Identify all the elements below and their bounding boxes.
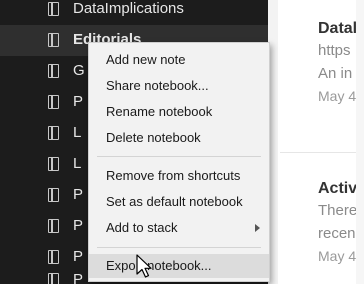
- submenu-arrow-icon: [255, 224, 260, 232]
- menu-separator: [97, 156, 261, 157]
- notebook-icon: [48, 157, 59, 171]
- menu-item-delete-notebook[interactable]: Delete notebook: [89, 126, 269, 150]
- sidebar-item-label: P: [73, 271, 84, 284]
- notebook-icon: [48, 126, 59, 140]
- sidebar-item-label: P: [73, 186, 84, 203]
- notebook-context-menu: Add new note Share notebook... Rename no…: [88, 42, 270, 282]
- menu-item-share-notebook[interactable]: Share notebook...: [89, 74, 269, 98]
- menu-separator: [97, 247, 261, 248]
- notebook-icon: [48, 95, 59, 109]
- window-edge: [356, 0, 364, 284]
- notebook-icon: [48, 219, 59, 233]
- notebook-icon: [48, 188, 59, 202]
- notebook-icon: [48, 273, 59, 284]
- sidebar-item-dataimplications[interactable]: DataImplications: [0, 0, 268, 25]
- sidebar-item-label: P: [73, 217, 84, 234]
- sidebar-item-label: L: [73, 124, 82, 141]
- menu-item-add-new-note[interactable]: Add new note: [89, 48, 269, 72]
- menu-item-export-notebook[interactable]: Export notebook...: [89, 254, 269, 278]
- notebook-icon: [48, 2, 59, 16]
- sidebar-item-label: DataImplications: [73, 0, 184, 17]
- menu-item-label: Add to stack: [106, 220, 178, 235]
- notebook-icon: [48, 33, 59, 47]
- sidebar-item-label: L: [73, 155, 82, 172]
- menu-item-remove-from-shortcuts[interactable]: Remove from shortcuts: [89, 164, 269, 188]
- note-divider: [280, 152, 364, 153]
- mouse-cursor-icon: [136, 254, 152, 278]
- notebook-icon: [48, 250, 59, 264]
- menu-item-rename-notebook[interactable]: Rename notebook: [89, 100, 269, 124]
- sidebar-item-label: G: [73, 62, 85, 79]
- menu-item-set-default-notebook[interactable]: Set as default notebook: [89, 190, 269, 214]
- menu-item-add-to-stack[interactable]: Add to stack: [89, 216, 269, 240]
- notebook-icon: [48, 64, 59, 78]
- sidebar-item-label: P: [73, 93, 84, 110]
- sidebar-item-label: P: [73, 248, 84, 265]
